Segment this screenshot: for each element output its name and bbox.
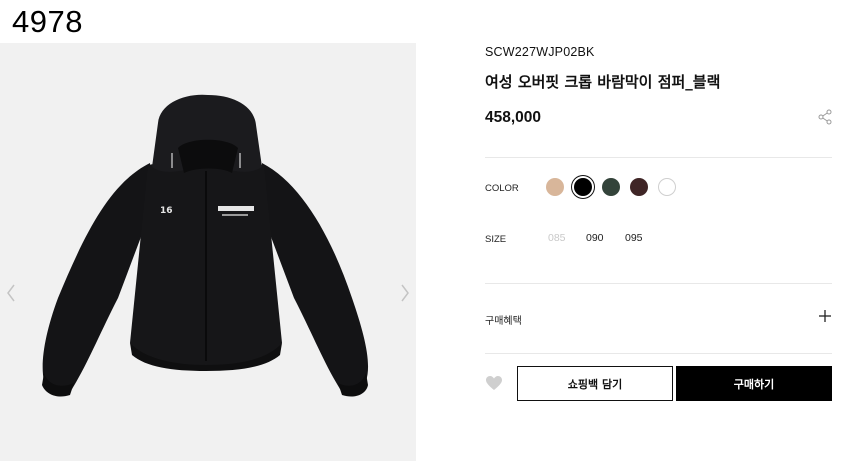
- color-swatch-dark-green[interactable]: [602, 178, 620, 196]
- divider: [485, 353, 832, 354]
- heart-icon: [486, 376, 502, 390]
- product-sku: SCW227WJP02BK: [485, 45, 595, 59]
- next-image-button[interactable]: [398, 281, 412, 305]
- product-image-gallery: 16: [0, 43, 416, 461]
- buy-now-button[interactable]: 구매하기: [676, 366, 832, 401]
- color-swatch-white[interactable]: [658, 178, 676, 196]
- size-option-095[interactable]: 095: [625, 232, 643, 244]
- color-swatch-dark-brown[interactable]: [630, 178, 648, 196]
- svg-text:16: 16: [160, 206, 173, 216]
- previous-image-button[interactable]: [4, 281, 18, 305]
- color-label: COLOR: [485, 183, 519, 194]
- chevron-right-icon: [401, 284, 409, 302]
- product-image-jacket: 16: [42, 94, 369, 397]
- size-option-085[interactable]: 085: [548, 232, 566, 244]
- expand-benefits-button[interactable]: [818, 308, 832, 322]
- add-to-cart-button[interactable]: 쇼핑백 담기: [517, 366, 673, 401]
- product-title: 여성 오버핏 크롭 바람막이 점퍼_블랙: [485, 73, 721, 91]
- wishlist-button[interactable]: [485, 375, 503, 391]
- color-swatch-beige[interactable]: [546, 178, 564, 196]
- purchase-benefits-label[interactable]: 구매혜택: [485, 312, 522, 327]
- divider: [485, 283, 832, 284]
- chevron-left-icon: [7, 284, 15, 302]
- size-option-090[interactable]: 090: [586, 232, 604, 244]
- plus-icon: [819, 310, 831, 322]
- size-label: SIZE: [485, 234, 507, 245]
- share-icon: [818, 109, 832, 125]
- divider: [485, 157, 832, 158]
- page-number: 4978: [12, 4, 83, 39]
- color-swatch-black[interactable]: [574, 178, 592, 196]
- product-price: 458,000: [485, 109, 542, 126]
- share-button[interactable]: [818, 109, 832, 125]
